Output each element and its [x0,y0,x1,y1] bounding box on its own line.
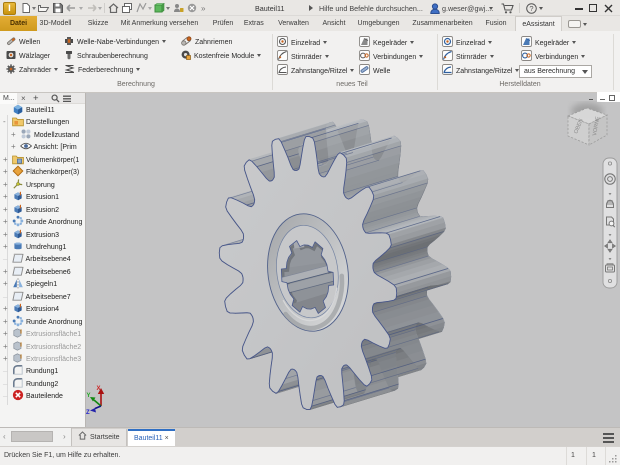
svg-text:Z: Z [86,410,90,416]
svg-text:?: ? [529,4,533,13]
svg-text:X: X [97,386,101,392]
svg-text:Y: Y [87,393,91,399]
